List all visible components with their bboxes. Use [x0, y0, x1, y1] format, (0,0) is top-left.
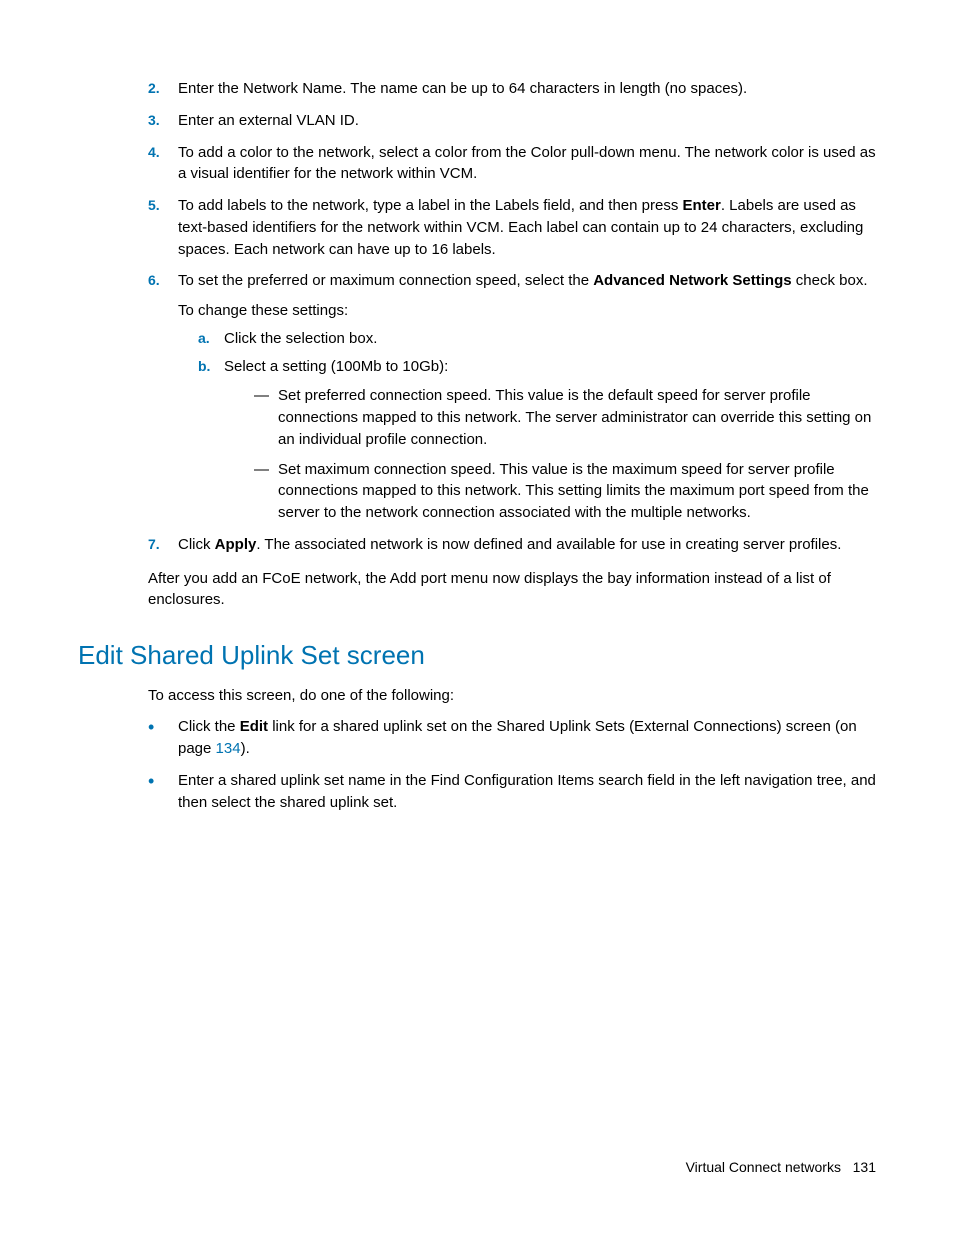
- step-text: To set the preferred or maximum connecti…: [178, 270, 876, 524]
- substep-text: Click the selection box.: [224, 328, 876, 350]
- bullet-marker: •: [148, 770, 178, 814]
- dash-marker: —: [254, 385, 278, 450]
- text-pre: To set the preferred or maximum connecti…: [178, 272, 593, 289]
- bullet-1: • Click the Edit link for a shared uplin…: [78, 716, 876, 760]
- dash-text: Set preferred connection speed. This val…: [278, 385, 876, 450]
- dash-marker: —: [254, 459, 278, 524]
- footer-page: 131: [853, 1159, 876, 1175]
- step-text: Enter the Network Name. The name can be …: [178, 78, 876, 100]
- substep-text: Select a setting (100Mb to 10Gb): — Set …: [224, 356, 876, 524]
- bold-apply: Apply: [215, 536, 257, 553]
- step-number: 6.: [148, 270, 178, 524]
- step-7: 7. Click Apply. The associated network i…: [78, 534, 876, 556]
- substep-b-text: Select a setting (100Mb to 10Gb):: [224, 358, 448, 375]
- bold-enter: Enter: [683, 197, 721, 214]
- bullet-post: ).: [241, 740, 250, 757]
- substep-marker: b.: [198, 356, 224, 524]
- dash-item-2: — Set maximum connection speed. This val…: [224, 459, 876, 524]
- bold-edit: Edit: [240, 718, 268, 735]
- footer-section: Virtual Connect networks: [686, 1159, 841, 1175]
- step-text: Click Apply. The associated network is n…: [178, 534, 876, 556]
- step-number: 2.: [148, 78, 178, 100]
- substep-a: a. Click the selection box.: [178, 328, 876, 350]
- text-pre: To add labels to the network, type a lab…: [178, 197, 683, 214]
- step-3: 3. Enter an external VLAN ID.: [78, 110, 876, 132]
- bold-advanced: Advanced Network Settings: [593, 272, 791, 289]
- substep-b: b. Select a setting (100Mb to 10Gb): — S…: [178, 356, 876, 524]
- bullet-2: • Enter a shared uplink set name in the …: [78, 770, 876, 814]
- step-text: Enter an external VLAN ID.: [178, 110, 876, 132]
- step-2: 2. Enter the Network Name. The name can …: [78, 78, 876, 100]
- section-heading: Edit Shared Uplink Set screen: [78, 637, 876, 675]
- change-line: To change these settings:: [178, 300, 876, 322]
- text-post: . The associated network is now defined …: [256, 536, 841, 553]
- step-6: 6. To set the preferred or maximum conne…: [78, 270, 876, 524]
- dash-item-1: — Set preferred connection speed. This v…: [224, 385, 876, 450]
- step-text: To add labels to the network, type a lab…: [178, 195, 876, 260]
- bullet-mid: link for a shared uplink set on the Shar…: [178, 718, 857, 757]
- page-link-134[interactable]: 134: [216, 740, 241, 757]
- step-number: 4.: [148, 142, 178, 186]
- step-number: 3.: [148, 110, 178, 132]
- page-footer: Virtual Connect networks 131: [686, 1157, 876, 1177]
- step-number: 5.: [148, 195, 178, 260]
- dash-text: Set maximum connection speed. This value…: [278, 459, 876, 524]
- section-intro: To access this screen, do one of the fol…: [148, 685, 876, 707]
- bullet-marker: •: [148, 716, 178, 760]
- step-text: To add a color to the network, select a …: [178, 142, 876, 186]
- substep-marker: a.: [198, 328, 224, 350]
- step-4: 4. To add a color to the network, select…: [78, 142, 876, 186]
- step-5: 5. To add labels to the network, type a …: [78, 195, 876, 260]
- after-paragraph: After you add an FCoE network, the Add p…: [148, 568, 876, 612]
- bullet-text: Enter a shared uplink set name in the Fi…: [178, 770, 876, 814]
- text-post: check box.: [792, 272, 868, 289]
- step-number: 7.: [148, 534, 178, 556]
- bullet-text: Click the Edit link for a shared uplink …: [178, 716, 876, 760]
- text-pre: Click: [178, 536, 215, 553]
- bullet-pre: Click the: [178, 718, 240, 735]
